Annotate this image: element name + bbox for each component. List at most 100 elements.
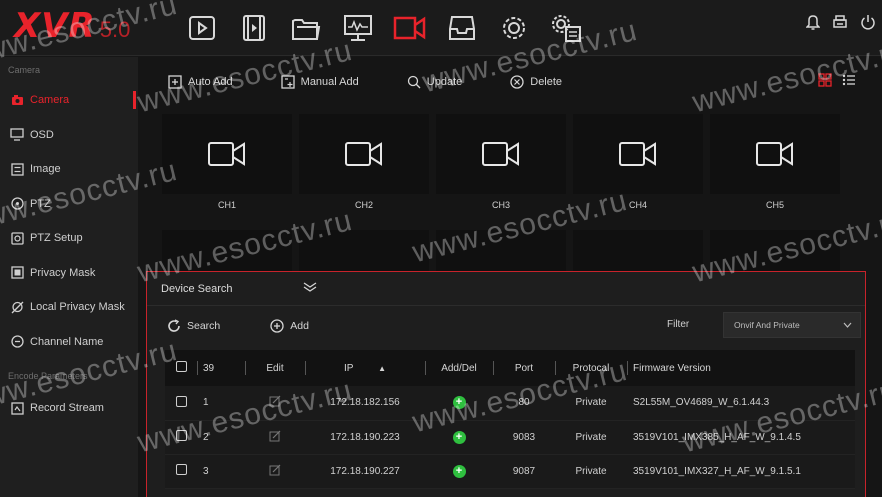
row-number: 1 — [203, 397, 209, 409]
logo-version: 5.0 — [99, 17, 131, 42]
manual-add-button[interactable]: Manual Add — [281, 75, 359, 89]
sidebar-item-label: Privacy Mask — [30, 266, 96, 279]
update-icon — [407, 75, 421, 89]
add-device-icon[interactable]: + — [425, 454, 493, 488]
channel-tile[interactable] — [710, 114, 840, 194]
power-icon[interactable] — [860, 14, 876, 35]
channel-label: CH1 — [217, 200, 236, 210]
osd-icon — [10, 128, 24, 142]
print-icon[interactable] — [832, 14, 848, 35]
delete-label: Delete — [530, 76, 563, 88]
column-ip[interactable]: IP ▲ — [305, 350, 425, 386]
edit-icon[interactable] — [245, 420, 305, 454]
camera-icon — [10, 93, 24, 107]
channel-label: CH2 — [354, 200, 373, 210]
update-button[interactable]: Update — [407, 75, 462, 89]
monitor-icon[interactable] — [332, 10, 384, 46]
folder-icon[interactable] — [280, 10, 332, 46]
row-port: 9083 — [512, 431, 536, 443]
edit-icon[interactable] — [245, 454, 305, 488]
channel-tile[interactable] — [162, 114, 292, 194]
channel-tile[interactable] — [299, 114, 429, 194]
collapse-chevron-icon[interactable] — [303, 282, 317, 295]
storage-icon[interactable] — [436, 10, 488, 46]
video-clip-icon[interactable] — [228, 10, 280, 46]
sidebar-item-ptz-setup[interactable]: PTZ Setup — [0, 221, 138, 256]
search-button[interactable]: Search — [167, 319, 220, 333]
auto-add-label: Auto Add — [188, 76, 233, 88]
column-edit: Edit — [245, 350, 305, 386]
local-privacy-mask-icon — [10, 300, 24, 314]
row-ip: 172.18.190.223 — [330, 431, 400, 443]
sidebar-item-record-stream[interactable]: Record Stream — [0, 391, 138, 426]
playback-icon[interactable] — [176, 10, 228, 46]
sidebar: Camera Camera OSD Image PTZ PTZ Setup Pr… — [0, 57, 138, 497]
view-toggle — [818, 73, 856, 92]
list-view-icon[interactable] — [842, 73, 856, 92]
sidebar-item-label: PTZ Setup — [30, 232, 83, 245]
filter-select[interactable]: Onvif And Private — [723, 312, 861, 338]
table-row[interactable]: 1 172.18.182.156 + 80 Private S2L55M_OV4… — [165, 386, 855, 420]
top-nav — [176, 10, 592, 46]
grid-view-icon[interactable] — [818, 73, 832, 92]
camera-icon — [619, 142, 656, 166]
column-firmware: Firmware Version — [627, 350, 855, 386]
sidebar-item-privacy-mask[interactable]: Privacy Mask — [0, 256, 138, 291]
table-header-row: 39 Edit IP ▲ Add/Del Port Protocal Firmw… — [165, 350, 855, 386]
sidebar-item-image[interactable]: Image — [0, 152, 138, 187]
privacy-mask-icon — [10, 266, 24, 280]
sidebar-section-camera: Camera — [8, 65, 41, 75]
row-port: 9087 — [512, 465, 536, 477]
sidebar-item-camera[interactable]: Camera — [0, 83, 138, 118]
main-panel: Auto Add Manual Add Update Delete CH1 CH… — [138, 57, 882, 497]
sidebar-item-osd[interactable]: OSD — [0, 118, 138, 153]
filter-value: Onvif And Private — [734, 320, 800, 330]
edit-icon[interactable] — [245, 386, 305, 420]
delete-button[interactable]: Delete — [510, 75, 562, 89]
settings-icon[interactable] — [488, 10, 540, 46]
sidebar-item-label: Channel Name — [30, 335, 104, 348]
channel-tile[interactable] — [573, 114, 703, 194]
row-protocol: Private — [575, 431, 607, 443]
sidebar-item-label: Camera — [30, 94, 70, 107]
row-checkbox[interactable] — [165, 386, 197, 420]
sidebar-item-label: OSD — [30, 128, 54, 141]
camera-icon[interactable] — [384, 10, 436, 46]
column-add-del: Add/Del — [425, 350, 493, 386]
add-device-icon[interactable]: + — [425, 386, 493, 420]
sidebar-item-local-privacy-mask[interactable]: Local Privacy Mask — [0, 290, 138, 325]
add-button[interactable]: Add — [270, 319, 309, 333]
row-checkbox[interactable] — [165, 454, 197, 488]
table-row[interactable]: 2 172.18.190.223 + 9083 Private 3519V101… — [165, 420, 855, 454]
channel-tile[interactable] — [436, 114, 566, 194]
image-icon — [10, 162, 24, 176]
sidebar-section-encode: Encode Parameters — [8, 371, 88, 381]
sidebar-item-ptz[interactable]: PTZ — [0, 187, 138, 222]
top-right-icons — [805, 14, 876, 35]
select-all-checkbox[interactable] — [165, 350, 197, 386]
column-count: 39 — [197, 350, 245, 386]
bell-icon[interactable] — [805, 14, 821, 35]
column-protocol: Protocal — [555, 350, 627, 386]
camera-icon — [208, 142, 245, 166]
row-protocol: Private — [575, 465, 607, 477]
row-number: 3 — [203, 465, 209, 477]
add-device-icon[interactable]: + — [425, 420, 493, 454]
channel-label: CH3 — [491, 200, 510, 210]
row-ip: 172.18.182.156 — [330, 397, 400, 409]
auto-add-button[interactable]: Auto Add — [168, 75, 233, 89]
sidebar-item-label: Record Stream — [30, 402, 104, 415]
device-search-title: Device Search — [161, 282, 233, 295]
camera-icon — [482, 142, 519, 166]
system-settings-icon[interactable] — [540, 10, 592, 46]
manual-add-label: Manual Add — [300, 76, 359, 88]
row-checkbox[interactable] — [165, 420, 197, 454]
auto-add-icon — [168, 75, 182, 89]
camera-icon — [345, 142, 382, 166]
channel-name-icon — [10, 335, 24, 349]
sidebar-item-channel-name[interactable]: Channel Name — [0, 325, 138, 360]
device-search-panel: Device Search Search Add Filter Onvif An… — [146, 271, 866, 497]
channel-label: CH4 — [628, 200, 647, 210]
logo-brand: XVR — [14, 6, 96, 46]
table-row[interactable]: 3 172.18.190.227 + 9087 Private 3519V101… — [165, 454, 855, 488]
